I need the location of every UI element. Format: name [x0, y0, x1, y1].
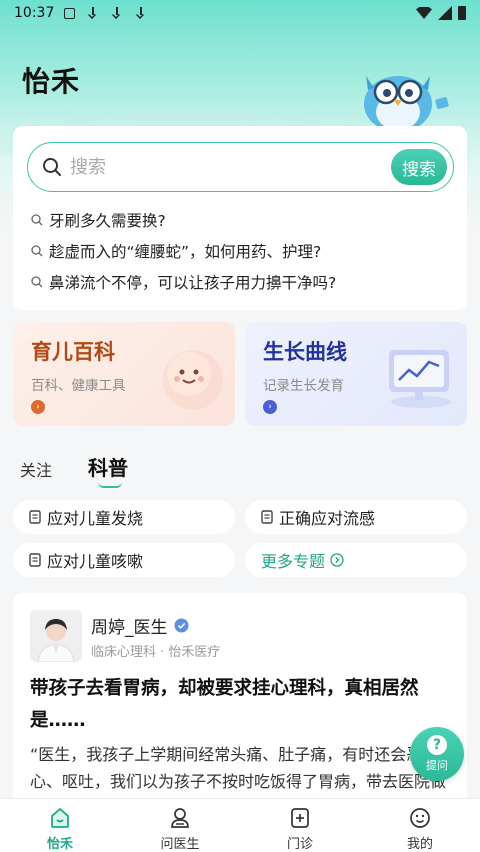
ask-label: 提问 — [426, 759, 448, 772]
avatar[interactable] — [30, 610, 82, 662]
author-name-row: 周婷_医生 — [91, 613, 189, 638]
search-input[interactable] — [70, 156, 391, 178]
topic-chip[interactable]: 应对儿童发烧 — [13, 500, 235, 534]
topic-label: 应对儿童发烧 — [47, 509, 144, 528]
nav-label: 怡禾 — [46, 837, 73, 852]
signal-icon — [438, 6, 452, 20]
owl-mascot-icon — [364, 76, 449, 132]
status-time: 10:37 — [14, 5, 55, 21]
nav-profile[interactable]: 我的 — [360, 799, 480, 852]
topic-label: 正确应对流感 — [279, 509, 376, 528]
search-suggestion[interactable]: 牙刷多久需要换? — [31, 206, 461, 234]
search-suggestion[interactable]: 趁虚而入的“缠腰蛇”，如何用药、护理? — [31, 237, 461, 265]
app-title: 怡禾 — [22, 65, 81, 98]
content-tabs: 关注 科普 — [20, 452, 164, 488]
doctor-avatar-icon — [30, 610, 82, 662]
nav-label: 我的 — [406, 837, 433, 852]
nav-label: 门诊 — [286, 837, 313, 852]
download-icon — [135, 7, 147, 19]
battery-icon — [458, 6, 466, 20]
growth-curve-card[interactable]: 生长曲线 记录生长发育 › — [245, 322, 467, 426]
arrow-right-icon: › — [31, 400, 45, 414]
document-icon — [29, 510, 41, 524]
search-icon — [31, 214, 43, 226]
profile-icon — [410, 808, 430, 828]
search-icon — [31, 276, 43, 288]
ask-question-button[interactable]: ? 提问 — [410, 727, 464, 781]
article-title[interactable]: 带孩子去看胃病，却被要求挂心理科，真相居然是…… — [30, 673, 450, 737]
verified-badge-icon — [174, 618, 188, 633]
encyclopedia-title: 育儿百科 — [31, 340, 115, 364]
tab-follow[interactable]: 关注 — [20, 457, 52, 481]
search-card: 搜索 牙刷多久需要换? 趁虚而入的“缠腰蛇”，如何用药、护理? 鼻涕流个不停，可… — [13, 126, 467, 310]
topic-chip[interactable]: 应对儿童咳嗽 — [13, 543, 235, 577]
status-bar: 10:37 — [0, 0, 480, 26]
more-topics-label: 更多专题 — [261, 552, 326, 571]
growth-curve-title: 生长曲线 — [263, 340, 347, 364]
nav-label: 问医生 — [160, 837, 200, 852]
nav-clinic[interactable]: 门诊 — [240, 799, 360, 852]
encyclopedia-subtitle: 百科、健康工具 — [31, 378, 126, 394]
suggestion-text: 牙刷多久需要换? — [49, 212, 166, 230]
more-topics-button[interactable]: 更多专题 — [245, 543, 467, 577]
search-icon — [31, 245, 43, 257]
search-bar[interactable]: 搜索 — [27, 142, 454, 192]
tab-active-indicator — [98, 482, 123, 488]
tab-science-label: 科普 — [88, 456, 129, 480]
author-name: 周婷_医生 — [91, 618, 168, 638]
growth-curve-subtitle: 记录生长发育 — [263, 378, 344, 394]
question-icon: ? — [427, 735, 447, 755]
clinic-icon — [291, 808, 309, 828]
topic-chip[interactable]: 正确应对流感 — [245, 500, 467, 534]
search-button[interactable]: 搜索 — [391, 149, 447, 185]
article-card[interactable]: 周婷_医生 临床心理科 · 怡禾医疗 带孩子去看胃病，却被要求挂心理科，真相居然… — [13, 593, 467, 833]
tab-science[interactable]: 科普 — [88, 452, 129, 488]
document-icon — [261, 510, 273, 524]
nav-ask-doctor[interactable]: 问医生 — [120, 799, 240, 852]
chevron-right-circle-icon — [330, 553, 344, 567]
wifi-icon — [416, 7, 432, 19]
doctor-icon — [171, 808, 189, 828]
download-icon — [111, 7, 123, 19]
suggestion-text: 鼻涕流个不停，可以让孩子用力擤干净吗? — [49, 274, 337, 292]
download-icon — [87, 7, 99, 19]
article-excerpt: “医生，我孩子上学期间经常头痛、肚子痛，有时还会恶心、呕吐，我们以为孩子不按时吃… — [30, 745, 447, 805]
author-info: 临床心理科 · 怡禾医疗 — [91, 645, 221, 660]
encyclopedia-card[interactable]: 育儿百科 百科、健康工具 › — [13, 322, 235, 426]
search-icon — [43, 158, 61, 176]
search-suggestion[interactable]: 鼻涕流个不停，可以让孩子用力擤干净吗? — [31, 268, 461, 296]
notification-icon — [64, 7, 76, 19]
arrow-right-icon: › — [263, 400, 277, 414]
document-icon — [29, 553, 41, 567]
bottom-nav: 怡禾 问医生 门诊 我的 — [0, 798, 480, 852]
nav-home[interactable]: 怡禾 — [0, 799, 120, 852]
suggestion-text: 趁虚而入的“缠腰蛇”，如何用药、护理? — [49, 243, 322, 261]
topic-label: 应对儿童咳嗽 — [47, 552, 144, 571]
home-icon — [51, 807, 69, 828]
